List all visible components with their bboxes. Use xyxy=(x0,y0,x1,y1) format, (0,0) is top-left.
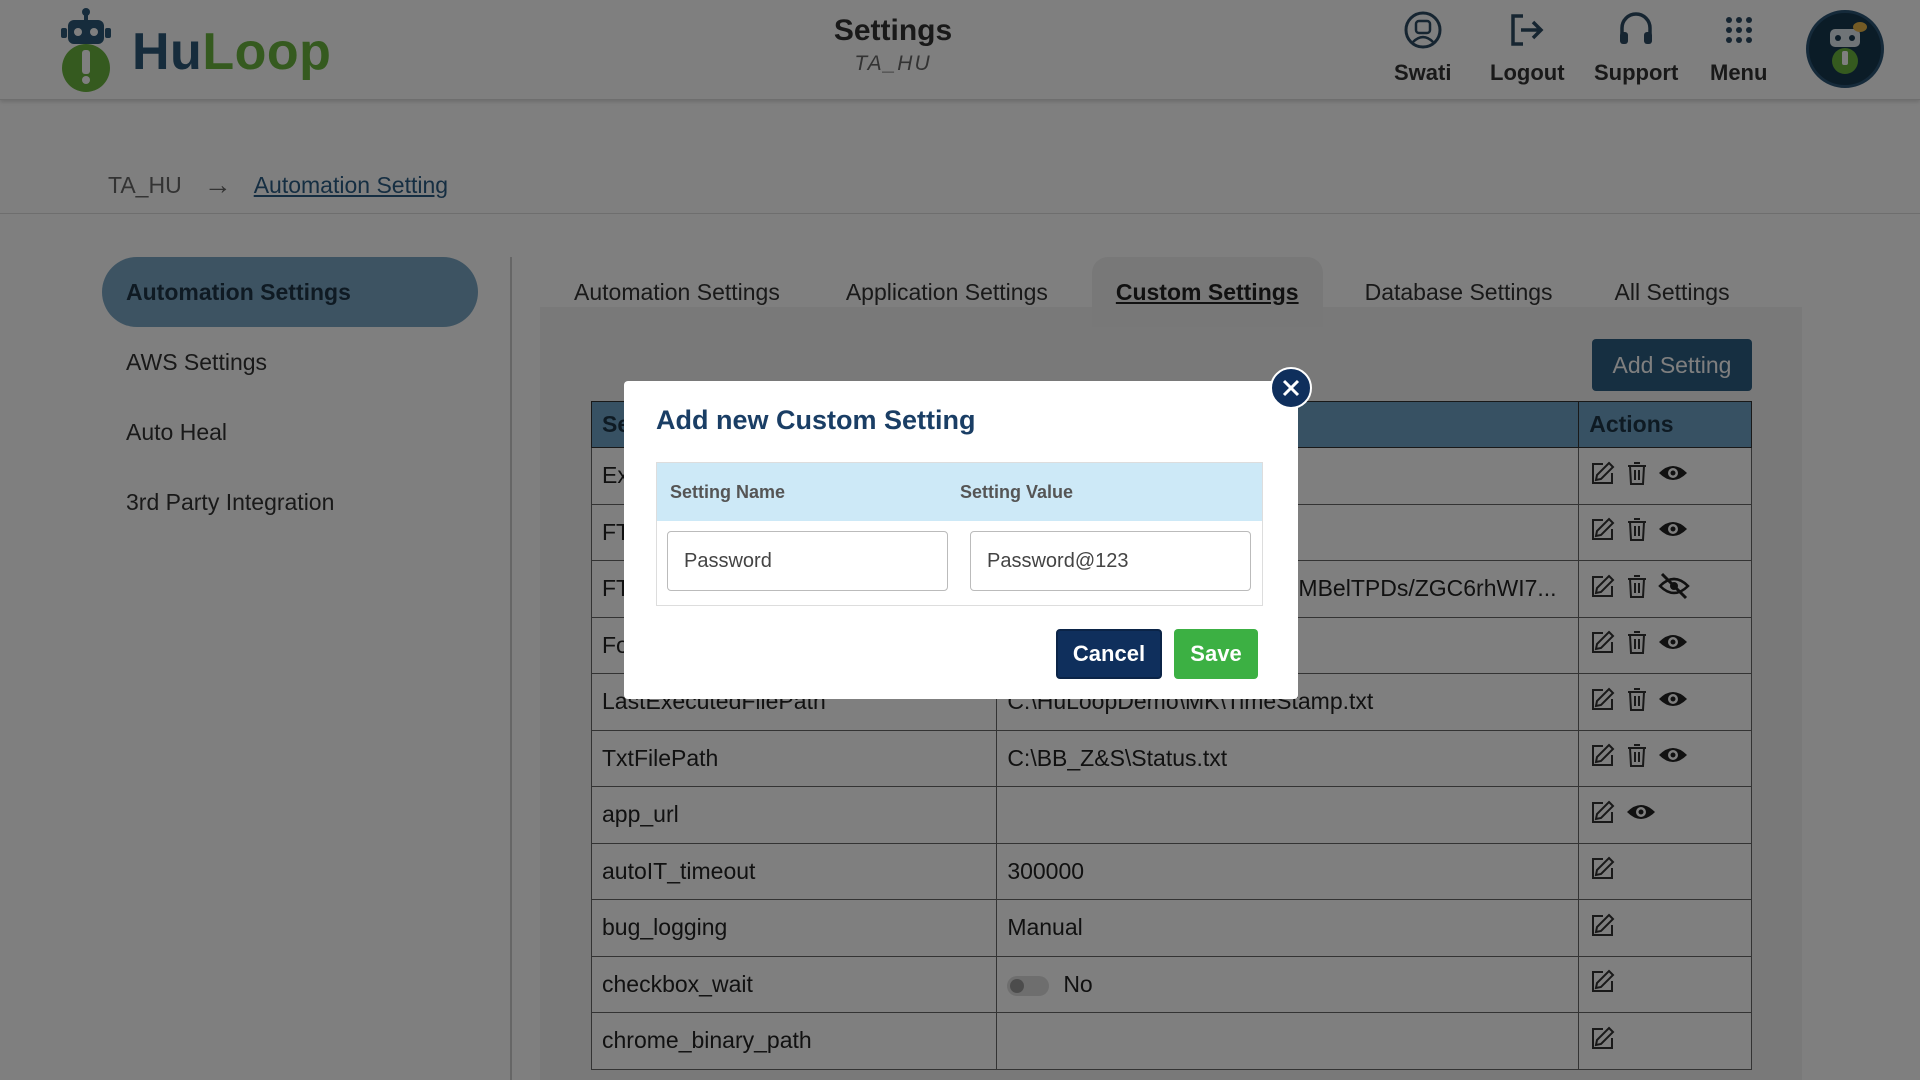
setting-value-input[interactable]: Password@123 xyxy=(970,531,1251,591)
modal-form-body: Password Password@123 xyxy=(657,521,1262,607)
add-custom-setting-modal: Add new Custom Setting Setting Name Sett… xyxy=(624,381,1298,699)
modal-form-table: Setting Name Setting Value Password Pass… xyxy=(656,462,1263,606)
close-icon xyxy=(1282,379,1300,397)
save-button[interactable]: Save xyxy=(1174,629,1258,679)
close-modal-button[interactable] xyxy=(1270,367,1312,409)
setting-name-input[interactable]: Password xyxy=(667,531,948,591)
modal-title: Add new Custom Setting xyxy=(656,405,976,435)
setting-value-header: Setting Value xyxy=(960,481,1074,502)
cancel-button[interactable]: Cancel xyxy=(1056,629,1162,679)
setting-name-header: Setting Name xyxy=(670,481,786,502)
modal-form-header: Setting Name Setting Value xyxy=(657,463,1262,521)
